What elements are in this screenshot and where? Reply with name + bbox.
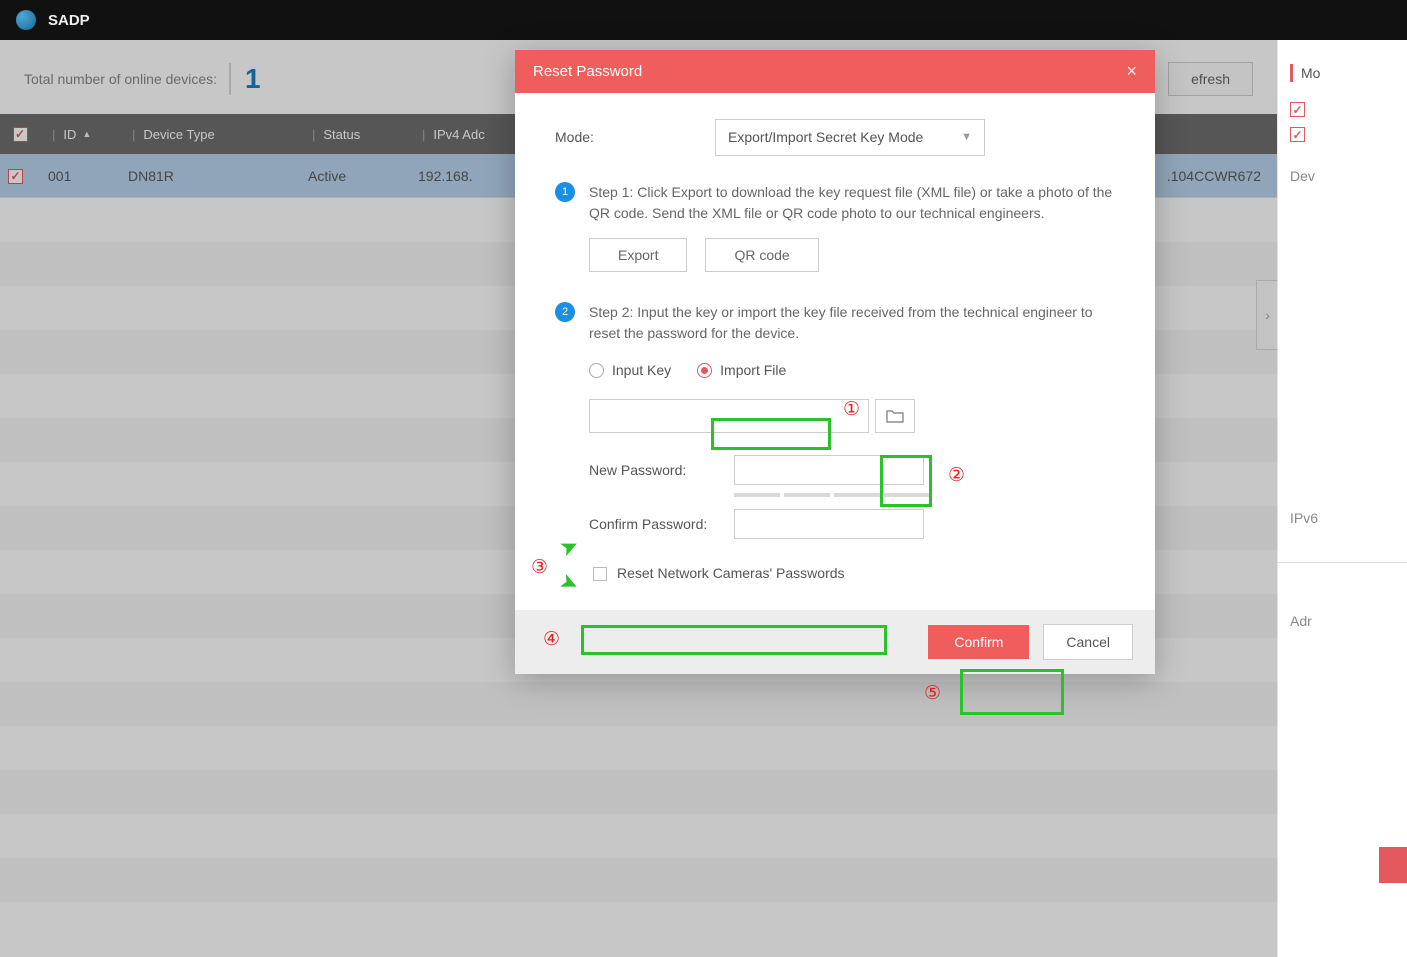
detail-panel: Mo Dev IPv6 Adr [1277, 40, 1407, 957]
input-key-radio-label: Input Key [612, 360, 671, 381]
row-checkbox[interactable] [8, 169, 23, 184]
step-1-text: Step 1: Click Export to download the key… [589, 182, 1115, 224]
browse-file-button[interactable] [875, 399, 915, 433]
radio-checked-icon [697, 363, 712, 378]
cell-type: DN81R [120, 168, 300, 184]
dialog-footer: Confirm Cancel [515, 610, 1155, 674]
step-1-badge: 1 [555, 182, 575, 202]
detail-admin-label: Adr [1290, 613, 1395, 629]
new-password-input[interactable] [734, 455, 924, 485]
mode-dropdown-value: Export/Import Secret Key Mode [728, 127, 923, 148]
app-logo-icon [16, 10, 36, 30]
detail-action-button[interactable] [1379, 847, 1407, 883]
device-count-value: 1 [229, 63, 261, 95]
password-strength-meter [734, 493, 1115, 497]
dialog-header: Reset Password × [515, 50, 1155, 93]
col-device-type[interactable]: |Device Type [120, 127, 300, 142]
detail-ipv6-label: IPv6 [1290, 510, 1395, 526]
step-2-badge: 2 [555, 302, 575, 322]
input-key-radio[interactable]: Input Key [589, 360, 671, 381]
mode-label: Mode: [555, 127, 715, 148]
cell-status: Active [300, 168, 410, 184]
detail-header: Mo [1301, 65, 1320, 81]
detail-device-label: Dev [1290, 168, 1395, 184]
accent-bar-icon [1290, 64, 1293, 82]
detail-check-1[interactable] [1290, 102, 1305, 117]
cancel-button[interactable]: Cancel [1043, 624, 1133, 660]
import-file-radio[interactable]: Import File [697, 360, 786, 381]
col-id[interactable]: |ID▲ [40, 127, 120, 142]
export-button[interactable]: Export [589, 238, 687, 272]
app-titlebar: SADP [0, 0, 1407, 40]
reset-cameras-label: Reset Network Cameras' Passwords [617, 563, 845, 584]
qr-code-button[interactable]: QR code [705, 238, 818, 272]
reset-cameras-checkbox[interactable] [593, 567, 607, 581]
expand-sidebar-handle[interactable]: › [1256, 280, 1278, 350]
radio-unchecked-icon [589, 363, 604, 378]
dialog-title: Reset Password [533, 63, 642, 80]
new-password-label: New Password: [589, 460, 734, 481]
step-2-text: Step 2: Input the key or import the key … [589, 302, 1115, 344]
folder-icon [886, 409, 904, 423]
confirm-button[interactable]: Confirm [928, 625, 1029, 659]
confirm-password-label: Confirm Password: [589, 514, 734, 535]
key-file-path-input[interactable] [589, 399, 869, 433]
chevron-down-icon: ▼ [961, 129, 972, 146]
confirm-password-input[interactable] [734, 509, 924, 539]
app-title: SADP [48, 12, 90, 29]
chevron-right-icon: › [1265, 307, 1270, 323]
cell-id: 001 [40, 168, 120, 184]
mode-dropdown[interactable]: Export/Import Secret Key Mode ▼ [715, 119, 985, 156]
detail-check-2[interactable] [1290, 127, 1305, 142]
reset-password-dialog: Reset Password × Mode: Export/Import Sec… [515, 50, 1155, 674]
close-icon[interactable]: × [1126, 61, 1137, 82]
sort-asc-icon: ▲ [82, 129, 91, 139]
refresh-button[interactable]: efresh [1168, 62, 1253, 96]
device-count-label: Total number of online devices: [24, 71, 217, 87]
import-file-radio-label: Import File [720, 360, 786, 381]
col-status[interactable]: |Status [300, 127, 410, 142]
select-all-checkbox[interactable] [13, 127, 28, 142]
